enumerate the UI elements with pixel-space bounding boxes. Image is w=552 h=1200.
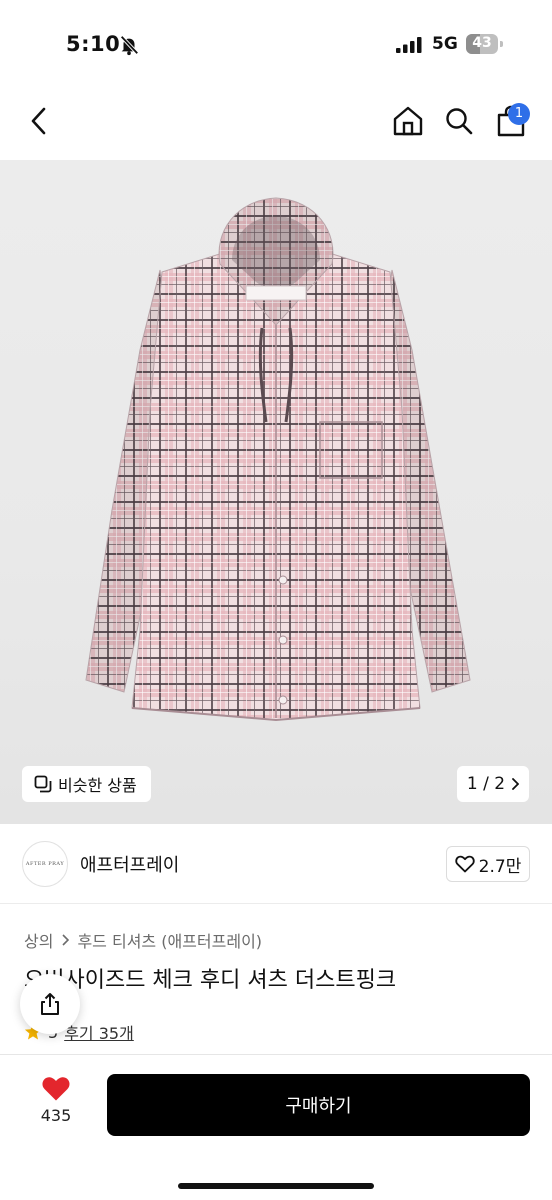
similar-products-label: 비슷한 상품 bbox=[58, 776, 137, 795]
wishlist-button[interactable]: 435 bbox=[28, 1075, 84, 1135]
buy-button[interactable]: 구매하기 bbox=[107, 1074, 530, 1136]
product-title: 오버사이즈드 체크 후디 셔츠 더스트핑크 bbox=[24, 968, 397, 993]
wishlist-count: 435 bbox=[40, 1106, 72, 1125]
chevron-right-icon bbox=[512, 778, 520, 790]
product-image bbox=[85, 197, 471, 722]
brand-like-button[interactable]: 2.7만 bbox=[446, 846, 530, 882]
brand-row[interactable]: AFTER PRAY 애프터프레이 2.7만 bbox=[0, 824, 552, 904]
breadcrumb-category[interactable]: 상의 bbox=[24, 928, 53, 952]
heart-filled-icon bbox=[42, 1077, 70, 1101]
image-pager-text: 1 / 2 bbox=[466, 774, 506, 794]
cart-count-badge: 1 bbox=[508, 103, 530, 125]
heart-outline-icon bbox=[454, 855, 475, 873]
brand-like-count: 2.7만 bbox=[478, 856, 522, 877]
review-link[interactable]: 후기 35개 bbox=[64, 1020, 134, 1044]
image-pager-button[interactable]: 1 / 2 bbox=[457, 766, 529, 802]
top-nav bbox=[0, 90, 552, 160]
home-indicator bbox=[178, 1183, 374, 1189]
cell-signal-icon bbox=[396, 37, 422, 53]
chevron-left-icon bbox=[31, 107, 46, 135]
brand-name[interactable]: 애프터프레이 bbox=[80, 851, 179, 877]
back-button[interactable] bbox=[22, 104, 56, 138]
search-icon bbox=[446, 108, 473, 135]
network-type: 5G bbox=[432, 34, 458, 54]
status-time: 5:10 bbox=[66, 32, 121, 56]
purchase-bar: 435 구매하기 bbox=[0, 1054, 552, 1200]
status-bar: 5:10 5G 43 bbox=[0, 0, 552, 90]
search-button[interactable] bbox=[442, 104, 476, 138]
home-button[interactable] bbox=[391, 104, 425, 138]
share-icon bbox=[41, 993, 59, 1015]
chevron-right-icon bbox=[62, 934, 70, 946]
bell-off-icon bbox=[120, 35, 139, 56]
similar-products-button[interactable]: 비슷한 상품 bbox=[22, 766, 151, 802]
battery-level: 43 bbox=[472, 35, 492, 51]
copy-icon bbox=[34, 775, 52, 793]
product-image-carousel[interactable]: 비슷한 상품 1 / 2 bbox=[0, 160, 552, 824]
brand-logo: AFTER PRAY bbox=[22, 841, 68, 887]
breadcrumb: 상의 후드 티셔츠 (애프터프레이) bbox=[24, 928, 262, 952]
home-icon bbox=[393, 106, 423, 136]
share-button[interactable] bbox=[20, 974, 80, 1034]
breadcrumb-subcategory[interactable]: 후드 티셔츠 (애프터프레이) bbox=[77, 928, 262, 952]
battery-icon: 43 bbox=[466, 34, 503, 54]
